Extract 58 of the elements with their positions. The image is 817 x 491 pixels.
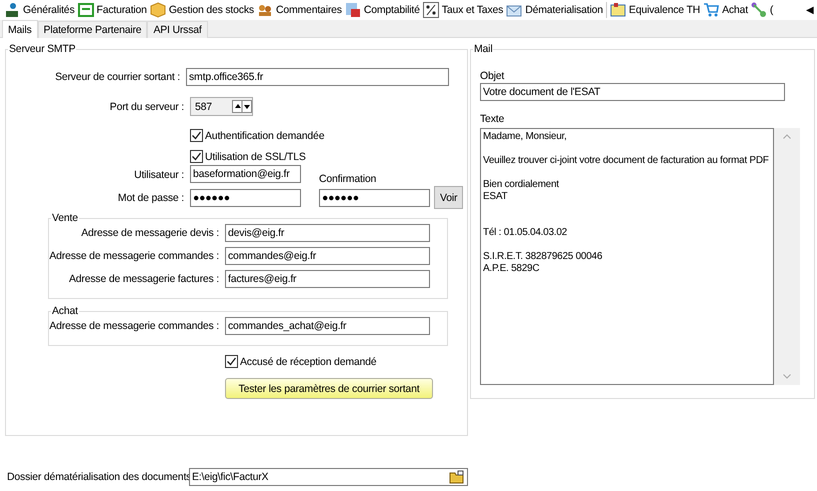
message-field[interactable]: Madame, Monsieur, Veuillez trouver ci-joint votre document de facturation au format PDF Bien cordialement ESAT Tél : 01.05.04.03.02 S.I.R.E.T. 382879625 00046 A.P.E. 5829C xyxy=(480,128,774,385)
cart-icon xyxy=(703,2,720,18)
field-label: Adresse de messagerie devis : xyxy=(80,227,220,239)
toolbar-item[interactable]: Comptabilité xyxy=(344,2,423,18)
tab[interactable]: Plateforme Partenaire xyxy=(38,21,148,38)
toolbar-item[interactable]: ( xyxy=(750,2,776,18)
email-field[interactable]: commandes_achat@eig.fr xyxy=(225,317,430,335)
tab[interactable]: API Urssaf xyxy=(147,21,208,38)
field-label: Adresse de messagerie factures : xyxy=(68,273,220,285)
password-field[interactable]: ●●●●●● xyxy=(319,188,430,206)
tab[interactable]: Mails xyxy=(2,20,38,38)
group-title: Vente xyxy=(51,212,79,224)
checkbox[interactable] xyxy=(225,355,238,368)
toolbar-item[interactable]: Dématerialisation xyxy=(506,2,606,18)
port-spinner[interactable]: 587 xyxy=(190,97,253,116)
password-field[interactable]: ●●●●●● xyxy=(190,188,301,206)
email-field[interactable]: factures@eig.fr xyxy=(225,270,430,288)
field-label: Serveur de courrier sortant : xyxy=(54,71,181,83)
group-title: Achat xyxy=(51,305,79,317)
checkbox-label: Accusé de réception demandé xyxy=(240,356,376,368)
checkbox[interactable] xyxy=(190,129,203,142)
field-label: Confirmation xyxy=(319,173,376,185)
scroll-arrow[interactable]: ◀ xyxy=(806,4,817,16)
figure-icon xyxy=(4,2,20,18)
folder-field[interactable]: E:\eig\fic\FacturX xyxy=(189,468,468,486)
box-icon xyxy=(150,2,166,18)
network-icon xyxy=(750,2,767,18)
toolbar-item[interactable]: Facturation xyxy=(78,2,150,18)
username-field[interactable]: baseformation@eig.fr xyxy=(190,165,301,183)
checkbox-label: Utilisation de SSL/TLS xyxy=(205,150,306,162)
group-title: Mail xyxy=(473,43,494,55)
field-label: Dossier dématérialisation des documents xyxy=(7,471,189,483)
field-label: Adresse de messagerie commandes : xyxy=(49,250,220,262)
toolbar-item[interactable]: Achat xyxy=(703,2,751,18)
people-icon xyxy=(256,2,273,18)
toolbar-item[interactable]: Gestion des stocks xyxy=(150,2,257,18)
folder-icon[interactable] xyxy=(449,470,465,484)
server-field[interactable]: smtp.office365.fr xyxy=(186,68,449,86)
test-button[interactable]: Tester les paramètres de courrier sortant xyxy=(225,378,433,399)
subject-field[interactable]: Votre document de l'ESAT xyxy=(480,83,785,101)
field-label: Port du serveur : xyxy=(108,100,185,112)
field-label: Objet xyxy=(480,70,504,82)
checkbox-label: Authentification demandée xyxy=(205,130,324,142)
field-label: Mot de passe : xyxy=(116,192,185,204)
toolbar-item[interactable]: Taux et Taxes xyxy=(422,2,506,18)
toolbar-item[interactable]: Commentaires xyxy=(256,2,345,18)
field-label: Adresse de messagerie commandes : xyxy=(49,320,220,332)
note-icon xyxy=(610,2,626,18)
spin-arrows-icon[interactable] xyxy=(232,100,252,113)
email-field[interactable]: commandes@eig.fr xyxy=(225,247,430,265)
field-label: Texte xyxy=(480,113,504,125)
toolbar-item[interactable]: Généralités xyxy=(4,2,78,18)
toolbar-item[interactable]: Equivalence TH xyxy=(610,2,704,18)
field-label: Utilisateur : xyxy=(133,169,185,183)
show-button[interactable]: Voir xyxy=(434,186,464,209)
group-title: Serveur SMTP xyxy=(8,43,76,55)
email-field[interactable]: devis@eig.fr xyxy=(225,224,430,242)
checkbox[interactable] xyxy=(190,150,203,163)
